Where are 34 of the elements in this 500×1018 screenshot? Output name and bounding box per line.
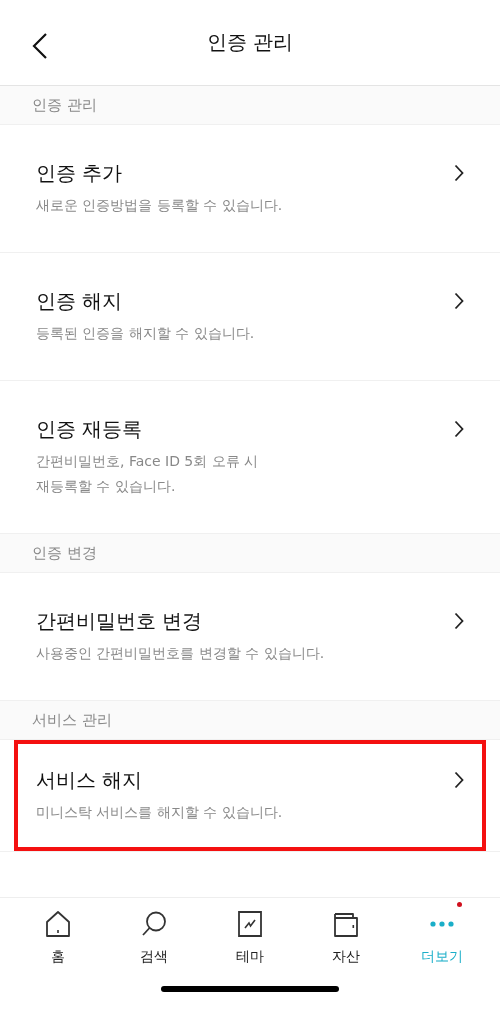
search-icon [140,910,168,938]
item-description: 등록된 인증을 해지할 수 있습니다. [36,324,256,343]
item-description: 미니스탁 서비스를 해지할 수 있습니다. [36,803,284,822]
wallet-icon [332,910,360,938]
item-description: 사용중인 간편비밀번호를 변경할 수 있습니다. [36,644,326,663]
back-icon[interactable] [32,32,48,60]
chevron-right-icon [454,612,464,630]
chevron-right-icon [454,292,464,310]
item-title: 인증 추가 [36,160,124,187]
section-header: 서비스 관리 [0,701,500,740]
menu-item[interactable]: 인증 재등록 간편비밀번호, Face ID 5회 오류 시 재등록할 수 있습니다. [14,381,486,533]
chart-icon [236,910,264,938]
page-title: 인증 관리 [206,29,294,56]
menu-item[interactable]: 인증 추가 새로운 인증방법을 등록할 수 있습니다. [14,125,486,252]
item-description: 새로운 인증방법을 등록할 수 있습니다. [36,196,284,215]
tab-bar-item[interactable]: 테마 [202,898,298,982]
chevron-right-icon [454,164,464,182]
menu-item[interactable]: 인증 해지 등록된 인증을 해지할 수 있습니다. [14,253,486,380]
item-title: 서비스 해지 [36,767,144,794]
item-title: 간편비밀번호 변경 [36,608,204,635]
tab-bar-item[interactable]: 홈 [10,898,106,982]
item-title: 인증 재등록 [36,416,144,443]
more-icon [428,921,456,927]
section-header: 인증 관리 [0,86,500,125]
highlighted-menu-item[interactable]: 서비스 해지 미니스탁 서비스를 해지할 수 있습니다. [14,740,486,851]
section-header: 인증 변경 [0,534,500,573]
tab-bar-item[interactable]: 자산 [298,898,394,982]
item-title: 인증 해지 [36,288,124,315]
chevron-right-icon [454,771,464,789]
tab-bar-item[interactable]: 검색 [106,898,202,982]
item-description: 간편비밀번호, Face ID 5회 오류 시 재등록할 수 있습니다. [36,452,260,496]
home-icon [44,910,72,938]
chevron-right-icon [454,420,464,438]
menu-item[interactable]: 간편비밀번호 변경 사용중인 간편비밀번호를 변경할 수 있습니다. [14,573,486,700]
